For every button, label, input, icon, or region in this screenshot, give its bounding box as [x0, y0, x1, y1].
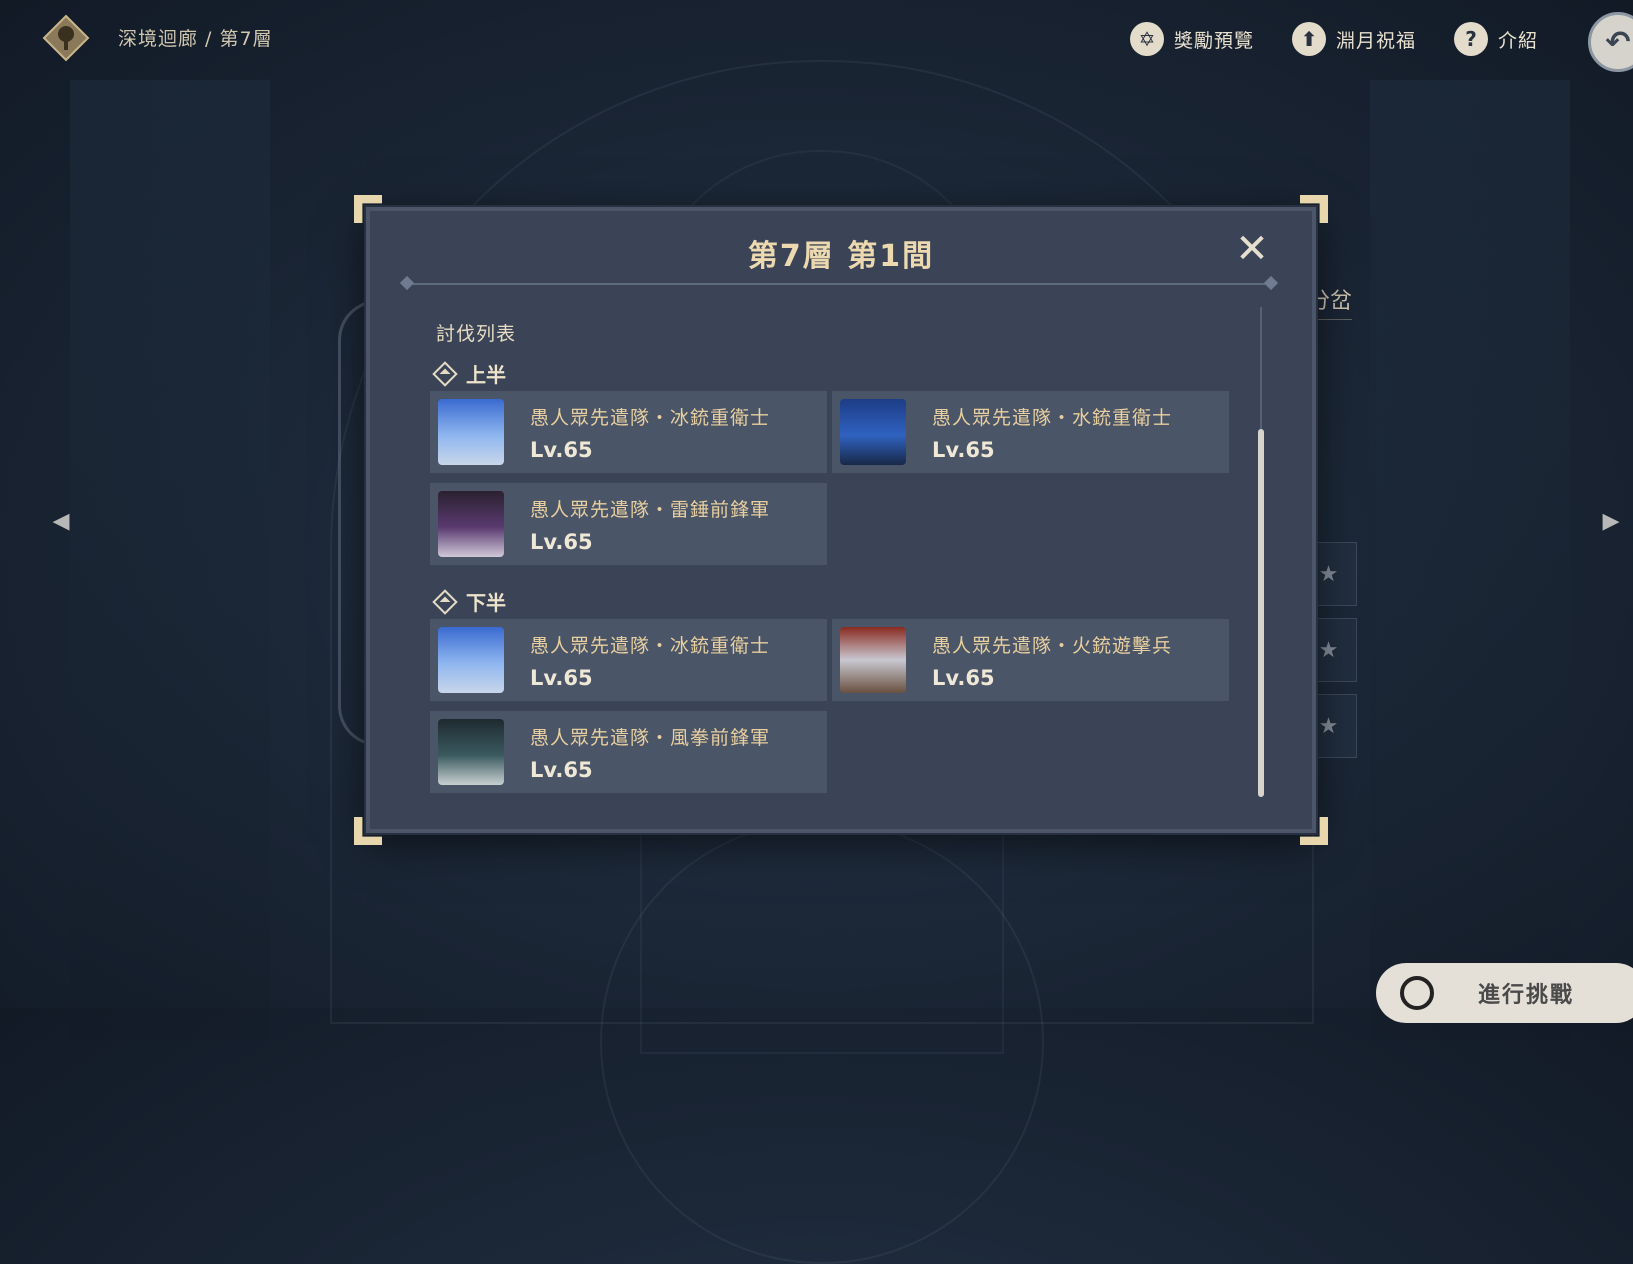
enemy-name: 愚人眾先遣隊・水銃重衛士	[932, 406, 1173, 429]
back-button[interactable]: ↶	[1588, 12, 1633, 72]
enemy-list-modal: 第7層 第1間 ✕ 討伐列表 上半 愚人眾先遣隊・冰銃重衛士 Lv.65 愚人眾…	[354, 195, 1316, 833]
enemy-level: Lv.65	[530, 665, 593, 690]
enemy-level: Lv.65	[932, 437, 995, 462]
enemy-card[interactable]: 愚人眾先遣隊・火銃遊擊兵 Lv.65	[832, 619, 1229, 701]
enemy-level: Lv.65	[530, 529, 593, 554]
top-bar: 深境迴廊 / 第7層 ✡ 獎勵預覽 ⬆ 淵月祝福 ? 介紹 ↶	[0, 0, 1633, 78]
rewards-preview-label: 獎勵預覽	[1174, 29, 1255, 52]
hydro-gunner-icon	[840, 399, 906, 465]
next-arrow-icon[interactable]: ▸	[1594, 500, 1628, 540]
star-icon: ★	[1318, 637, 1339, 663]
info-button[interactable]: ? 介紹	[1454, 20, 1538, 58]
title-divider	[410, 283, 1268, 285]
cryo-gunner-icon	[438, 399, 504, 465]
second-half-label: 下半	[432, 587, 506, 616]
corner-ornament	[354, 817, 382, 845]
enemy-card[interactable]: 愚人眾先遣隊・冰銃重衛士 Lv.65	[430, 391, 827, 473]
modal-title: 第7層 第1間	[747, 239, 935, 274]
circle-icon	[1400, 976, 1434, 1010]
background-pillar-left	[70, 80, 270, 1040]
anemo-boxer-icon	[438, 719, 504, 785]
blessing-label: 淵月祝福	[1336, 29, 1417, 52]
breadcrumb: 深境迴廊 / 第7層	[118, 28, 273, 50]
enemy-level: Lv.65	[530, 437, 593, 462]
enemy-card[interactable]: 愚人眾先遣隊・風拳前鋒軍 Lv.65	[430, 711, 827, 793]
enemy-card[interactable]: 愚人眾先遣隊・冰銃重衛士 Lv.65	[430, 619, 827, 701]
pyro-skirmisher-icon	[840, 627, 906, 693]
close-button[interactable]: ✕	[1232, 229, 1272, 269]
blessing-button[interactable]: ⬆ 淵月祝福	[1292, 20, 1416, 58]
first-half-label: 上半	[432, 359, 506, 388]
enemy-name: 愚人眾先遣隊・雷錘前鋒軍	[530, 498, 771, 521]
back-arrow-icon: ↶	[1605, 24, 1631, 60]
star-icon: ✡	[1130, 22, 1164, 56]
diamond-icon	[432, 360, 458, 387]
previous-arrow-icon[interactable]: ◂	[44, 500, 78, 540]
enemy-name: 愚人眾先遣隊・火銃遊擊兵	[932, 634, 1173, 657]
star-icon: ★	[1318, 713, 1339, 739]
enemy-level: Lv.65	[530, 757, 593, 782]
scrollbar[interactable]	[1258, 299, 1264, 797]
enemy-level: Lv.65	[932, 665, 995, 690]
second-half-text: 下半	[466, 591, 506, 615]
cryo-gunner-icon	[438, 627, 504, 693]
upgrade-arrow-icon: ⬆	[1292, 22, 1326, 56]
start-challenge-button[interactable]: 進行挑戰	[1376, 963, 1633, 1023]
first-half-text: 上半	[466, 363, 506, 387]
spiral-abyss-logo-icon	[42, 14, 90, 62]
start-challenge-label: 進行挑戰	[1478, 983, 1575, 1008]
electro-hammer-icon	[438, 491, 504, 557]
enemy-name: 愚人眾先遣隊・冰銃重衛士	[530, 634, 771, 657]
enemy-list-heading: 討伐列表	[436, 323, 517, 345]
question-icon: ?	[1454, 22, 1488, 56]
enemy-name: 愚人眾先遣隊・冰銃重衛士	[530, 406, 771, 429]
enemy-card[interactable]: 愚人眾先遣隊・水銃重衛士 Lv.65	[832, 391, 1229, 473]
corner-ornament	[354, 195, 382, 223]
scrollbar-thumb[interactable]	[1258, 429, 1264, 797]
background-pillar-right	[1370, 80, 1570, 1040]
corner-ornament	[1300, 817, 1328, 845]
enemy-name: 愚人眾先遣隊・風拳前鋒軍	[530, 726, 771, 749]
rewards-preview-button[interactable]: ✡ 獎勵預覽	[1130, 20, 1254, 58]
corner-ornament	[1300, 195, 1328, 223]
star-icon: ★	[1318, 561, 1339, 587]
background-circle	[600, 820, 1044, 1264]
close-icon: ✕	[1235, 226, 1269, 272]
info-label: 介紹	[1498, 29, 1539, 52]
enemy-card[interactable]: 愚人眾先遣隊・雷錘前鋒軍 Lv.65	[430, 483, 827, 565]
diamond-icon	[432, 588, 458, 615]
